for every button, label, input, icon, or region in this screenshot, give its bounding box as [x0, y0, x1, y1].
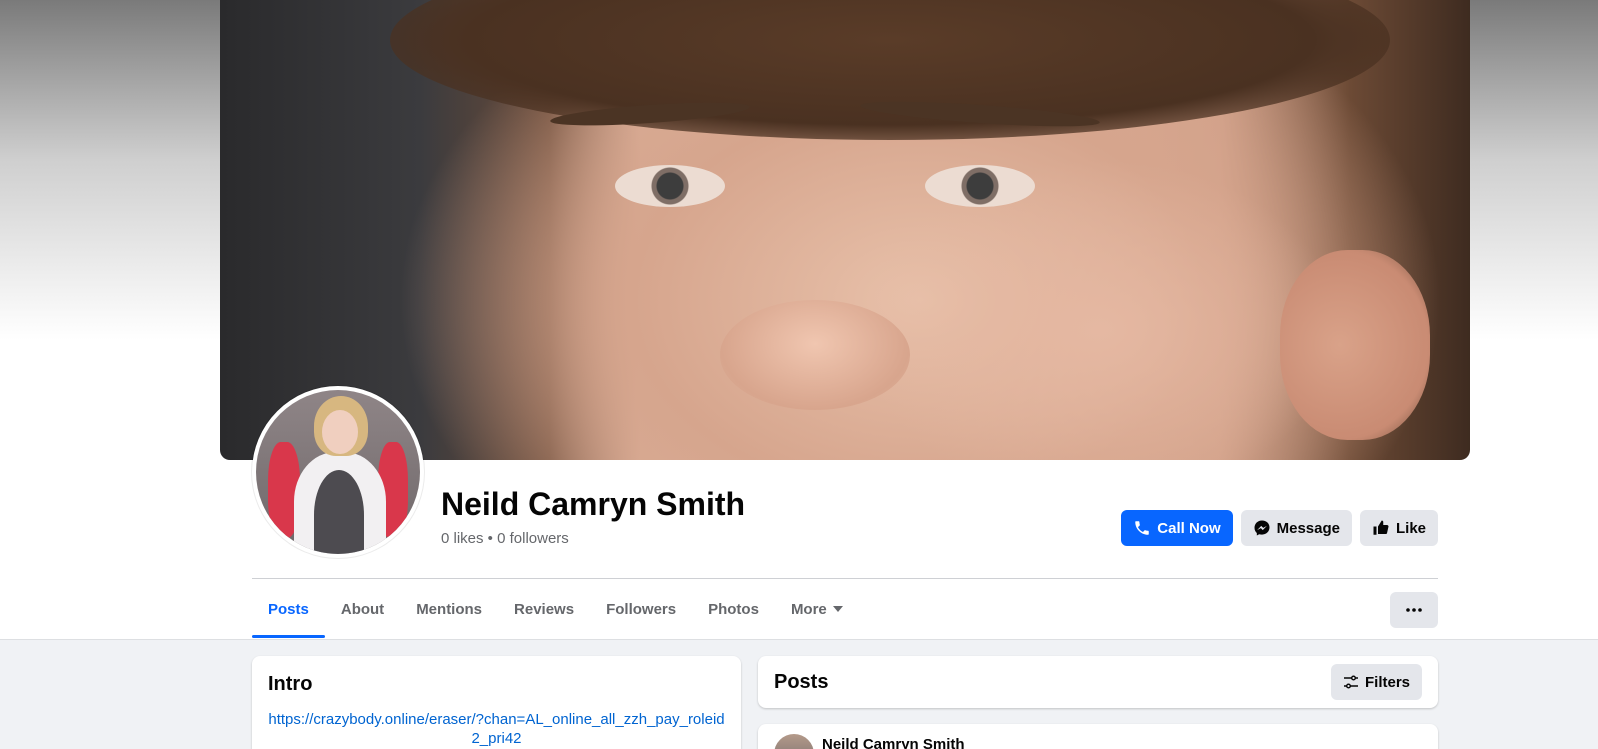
filters-label: Filters — [1364, 673, 1410, 691]
cover-photo[interactable] — [220, 0, 1470, 460]
page-actions: Call Now Message Like — [1121, 510, 1438, 546]
message-label: Message — [1276, 519, 1340, 537]
tab-more[interactable]: More — [775, 580, 859, 638]
message-button[interactable]: Message — [1240, 510, 1352, 546]
like-button[interactable]: Like — [1359, 510, 1438, 546]
page-identity: Neild Camryn Smith 0 likes • 0 followers — [441, 486, 745, 547]
tab-label: Mentions — [416, 600, 483, 618]
cover-eye-right — [925, 165, 1035, 207]
messenger-icon — [1254, 520, 1270, 536]
tab-about[interactable]: About — [325, 580, 400, 638]
intro-title: Intro — [268, 673, 313, 695]
profile-picture[interactable] — [252, 386, 424, 558]
posts-header-card: Posts Filters — [758, 656, 1438, 708]
ellipsis-icon — [1406, 608, 1422, 612]
call-now-label: Call Now — [1157, 519, 1221, 537]
caret-down-icon — [832, 606, 843, 612]
phone-icon — [1135, 521, 1150, 535]
tab-label: About — [340, 600, 385, 618]
more-options-button[interactable] — [1390, 592, 1438, 628]
cover-hair-shape — [390, 0, 1390, 140]
tab-label: Followers — [606, 600, 677, 618]
filters-icon — [1343, 675, 1358, 689]
tab-posts[interactable]: Posts — [252, 580, 325, 638]
cover-eye-left — [615, 165, 725, 207]
profile-tabs: Posts About Mentions Reviews Followers P… — [252, 580, 859, 638]
page-name: Neild Camryn Smith — [441, 486, 746, 522]
post-author-avatar[interactable] — [774, 734, 814, 749]
posts-title: Posts — [774, 671, 829, 693]
tab-followers[interactable]: Followers — [590, 580, 692, 638]
tab-label: Photos — [708, 600, 759, 618]
like-label: Like — [1395, 519, 1426, 537]
avatar-face — [322, 410, 358, 454]
tab-label: Reviews — [514, 600, 575, 618]
intro-website-link[interactable]: https://crazybody.online/eraser/?chan=AL… — [268, 710, 725, 748]
page-stats[interactable]: 0 likes • 0 followers — [441, 530, 745, 547]
cover-nose-shape — [720, 300, 910, 410]
post-card: Neild Camryn Smith — [758, 724, 1438, 749]
thumbs-up-icon — [1373, 520, 1389, 535]
tab-label: More — [790, 600, 827, 618]
profile-picture-image — [256, 390, 420, 554]
intro-card: Intro https://crazybody.online/eraser/?c… — [252, 656, 741, 749]
header-bottom-border — [0, 639, 1598, 640]
filters-button[interactable]: Filters — [1330, 664, 1422, 700]
avatar-suit-panel — [314, 470, 364, 554]
tab-reviews[interactable]: Reviews — [498, 580, 590, 638]
tab-mentions[interactable]: Mentions — [400, 580, 498, 638]
header-divider — [252, 578, 1438, 579]
cover-ear-shape — [1280, 250, 1430, 440]
call-now-button[interactable]: Call Now — [1121, 510, 1233, 546]
tab-label: Posts — [268, 600, 309, 618]
tab-photos[interactable]: Photos — [692, 580, 775, 638]
post-author-name[interactable]: Neild Camryn Smith — [822, 735, 965, 749]
